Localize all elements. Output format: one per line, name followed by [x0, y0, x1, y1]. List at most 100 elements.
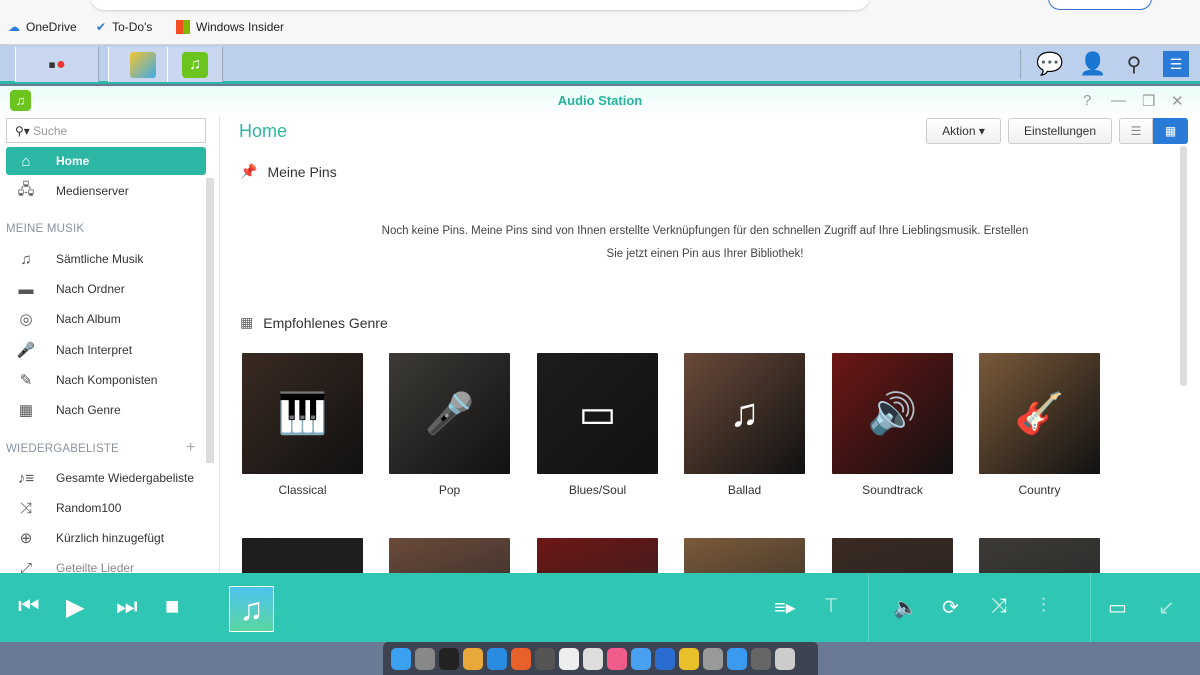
- sidebar-item-all-music[interactable]: ♫ Sämtliche Musik: [6, 245, 206, 273]
- grid-icon: ▦: [18, 402, 34, 419]
- widgets-icon[interactable]: ☰: [1163, 51, 1189, 77]
- repeat-icon[interactable]: ⟳: [942, 595, 959, 620]
- genre-tile-pop[interactable]: 🎤: [389, 353, 510, 474]
- bookmark-onedrive[interactable]: ☁ OneDrive: [8, 20, 77, 34]
- genre-tile-classical[interactable]: 🎹: [242, 353, 363, 474]
- bookmark-todo[interactable]: ✔ To-Do's: [96, 20, 152, 34]
- genre-tile[interactable]: [979, 538, 1100, 573]
- lyrics-icon[interactable]: T: [825, 595, 837, 618]
- dock-app-icon[interactable]: [511, 647, 531, 670]
- section-meine-musik: MEINE MUSIK: [6, 223, 85, 235]
- main-content: Home Aktion ▾ Einstellungen ☰ ▦ 📌 Meine P…: [230, 116, 1190, 573]
- genre-icon: 🎹: [277, 392, 328, 436]
- address-bar[interactable]: [90, 0, 870, 10]
- genre-tile-ballad[interactable]: ♫: [684, 353, 805, 474]
- equalizer-icon[interactable]: ⫶: [1041, 595, 1046, 618]
- list-view-button[interactable]: ☰: [1119, 118, 1153, 144]
- dock-app-icon[interactable]: [439, 647, 459, 670]
- dock-app-icon[interactable]: [751, 647, 771, 670]
- sidebar-item-random100[interactable]: ⤨ Random100: [6, 494, 206, 522]
- volume-icon[interactable]: 🔈: [893, 595, 918, 620]
- windows-icon: [176, 20, 190, 34]
- dock-app-icon[interactable]: [631, 647, 651, 670]
- dock-app-icon[interactable]: [391, 647, 411, 670]
- audio-station-taskbar-button[interactable]: ♫: [167, 47, 223, 82]
- play-button[interactable]: ▶: [66, 593, 84, 622]
- action-button[interactable]: Aktion ▾: [926, 118, 1001, 144]
- sidebar-scrollbar[interactable]: [206, 178, 214, 463]
- genre-label: Pop: [438, 483, 461, 497]
- dock-app-icon[interactable]: [775, 647, 795, 670]
- shuffle-icon[interactable]: ⤨: [991, 595, 1007, 618]
- shuffle-icon: ⤨: [19, 499, 32, 517]
- settings-button[interactable]: Einstellungen: [1008, 118, 1112, 144]
- home-icon: ⌂: [21, 152, 31, 170]
- dock-app-icon[interactable]: [535, 647, 555, 670]
- genre-icon: ▭: [578, 391, 617, 436]
- dock-app-icon[interactable]: [487, 647, 507, 670]
- sidebar-item-composer[interactable]: ✎ Nach Komponisten: [6, 366, 206, 394]
- genre-tile[interactable]: [389, 538, 510, 573]
- sidebar-item-album[interactable]: ◎ Nach Album: [6, 305, 206, 333]
- sidebar-item-artist[interactable]: 🎤 Nach Interpret: [6, 336, 206, 364]
- genre-tile-country[interactable]: 🎸: [979, 353, 1100, 474]
- dock-app-icon[interactable]: [655, 647, 675, 670]
- sidebar-item-home[interactable]: ⌂ Home: [6, 147, 206, 175]
- package-center-icon: [130, 51, 156, 78]
- login-button[interactable]: [1048, 0, 1152, 10]
- grid-view-button[interactable]: ▦: [1153, 118, 1188, 144]
- genre-label: Soundtrack: [862, 483, 923, 497]
- content-scrollbar[interactable]: [1180, 146, 1187, 386]
- main-menu-button[interactable]: ▪ ●: [15, 47, 99, 82]
- sidebar-item-all-playlist[interactable]: ♪≡ Gesamte Wiedergabeliste: [6, 464, 206, 492]
- chat-icon[interactable]: 💬: [1036, 51, 1063, 77]
- page-title: Home: [239, 121, 288, 141]
- genre-label: Blues/Soul: [568, 483, 627, 497]
- album-art: ♫: [229, 586, 274, 632]
- genre-tile-soundtrack[interactable]: 🔊: [832, 353, 953, 474]
- next-button[interactable]: ⏭: [116, 593, 138, 621]
- dock-app-icon[interactable]: [703, 647, 723, 670]
- disc-icon: ◎: [19, 311, 33, 328]
- search-input[interactable]: ⚲▾ Suche: [6, 118, 206, 143]
- queue-icon[interactable]: ≡▸: [774, 595, 796, 620]
- genre-tile[interactable]: [537, 538, 658, 573]
- previous-button[interactable]: ⏮: [18, 593, 40, 621]
- genre-label: Classical: [278, 483, 327, 497]
- pin-icon: 📌: [240, 163, 258, 179]
- sidebar-item-shared[interactable]: ⤢ Geteilte Lieder: [6, 554, 206, 574]
- genre-icon: 🎸: [1014, 392, 1065, 436]
- dock-app-icon[interactable]: [583, 647, 603, 670]
- sidebar-item-medienserver[interactable]: 🖧 Medienserver: [6, 177, 206, 205]
- dock-app-icon[interactable]: [679, 647, 699, 670]
- mini-player-icon[interactable]: ↙: [1158, 595, 1175, 620]
- dock-app-icon[interactable]: [415, 647, 435, 670]
- sidebar-item-folder[interactable]: ▬ Nach Ordner: [6, 275, 206, 303]
- dock-app-icon[interactable]: [727, 647, 747, 670]
- audio-station-icon: ♫: [182, 51, 208, 78]
- sidebar-item-genre[interactable]: ▦ Nach Genre: [6, 396, 206, 424]
- dock-app-icon[interactable]: [607, 647, 627, 670]
- dock-app-icon[interactable]: [463, 647, 483, 670]
- genre-tile[interactable]: [832, 538, 953, 573]
- bookmark-windows-insider[interactable]: Windows Insider: [176, 20, 284, 34]
- sidebar-item-recently-added[interactable]: ⊕ Kürzlich hinzugefügt: [6, 524, 206, 552]
- browser-chrome: ☁ OneDrive ✔ To-Do's Windows Insider: [0, 0, 1200, 45]
- output-device-icon[interactable]: ▭: [1108, 595, 1127, 620]
- search-icon[interactable]: ⚲: [1121, 51, 1147, 77]
- stop-button[interactable]: ■: [165, 593, 180, 621]
- restore-button[interactable]: ❐: [1142, 92, 1155, 110]
- genre-icon: 🔊: [867, 392, 918, 436]
- genre-tile-blues-soul[interactable]: ▭: [537, 353, 658, 474]
- dock-app-icon[interactable]: [559, 647, 579, 670]
- add-playlist-button[interactable]: +: [186, 439, 195, 457]
- folder-icon: ▬: [18, 280, 34, 298]
- genre-tile[interactable]: [242, 538, 363, 573]
- minimize-button[interactable]: —: [1111, 92, 1126, 109]
- help-button[interactable]: ?: [1083, 92, 1091, 109]
- close-button[interactable]: ✕: [1171, 92, 1184, 110]
- user-icon[interactable]: 👤: [1079, 51, 1106, 77]
- genre-tile[interactable]: [684, 538, 805, 573]
- macos-dock: [383, 642, 818, 675]
- genre-label: Ballad: [727, 483, 762, 497]
